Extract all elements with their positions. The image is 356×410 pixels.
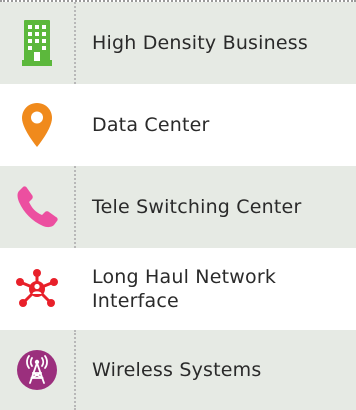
building-icon <box>0 2 74 84</box>
legend-panel: High Density Business Data Center Tele S… <box>0 0 356 410</box>
legend-item-high-density-business: High Density Business <box>0 2 356 84</box>
map-pin-icon <box>0 84 74 166</box>
legend-item-tele-switching-center: Tele Switching Center <box>0 166 356 248</box>
legend-item-label: Tele Switching Center <box>92 196 302 218</box>
legend-item-label: Wireless Systems <box>92 359 262 381</box>
legend-item-label: Data Center <box>92 114 210 136</box>
legend-item-label: High Density Business <box>92 32 308 54</box>
legend-item-long-haul-network-interface: Long Haul Network Interface <box>0 248 356 330</box>
network-hub-icon <box>0 248 74 330</box>
wireless-tower-icon <box>0 330 74 410</box>
legend-item-label: Long Haul Network Interface <box>92 266 277 312</box>
phone-icon <box>0 166 74 248</box>
legend-item-data-center: Data Center <box>0 84 356 166</box>
legend-item-wireless-systems: Wireless Systems <box>0 330 356 410</box>
